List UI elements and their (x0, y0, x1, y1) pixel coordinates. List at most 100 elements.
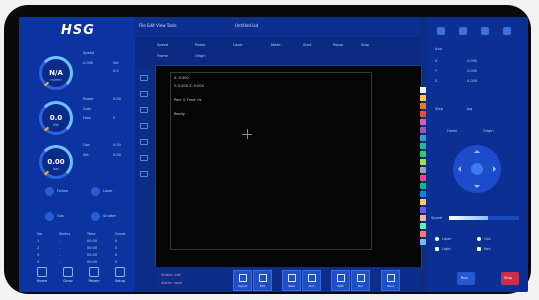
shutter-icon[interactable] (91, 212, 100, 221)
edit-icon (258, 274, 267, 282)
layer-control[interactable]: Layer (233, 43, 243, 47)
circle-tool-icon[interactable] (140, 123, 148, 129)
import-button[interactable]: Import (233, 270, 252, 291)
frame-button[interactable]: Frame (157, 54, 168, 58)
layer-color-swatch[interactable] (420, 95, 426, 101)
light-option: Light (442, 247, 451, 251)
laser-indicator (435, 237, 439, 241)
drawing-tools (135, 65, 155, 265)
nav-param-button[interactable]: Param (83, 264, 105, 288)
layer-color-swatch[interactable] (420, 127, 426, 133)
laser-icon[interactable] (91, 187, 100, 196)
jog-down-icon[interactable] (474, 185, 480, 191)
origin-set-button[interactable]: Origin (483, 129, 494, 133)
work-area-border (170, 72, 372, 250)
path-button[interactable]: Path (331, 270, 350, 291)
pause-button[interactable]: Pause (333, 43, 343, 47)
laser-option[interactable]: Laser (442, 237, 452, 241)
drawing-canvas[interactable]: X: 0.000 Y: 0.000 Z: 0.000 Part: 0 Time:… (155, 65, 422, 269)
layer-color-swatch[interactable] (420, 231, 426, 237)
run-button[interactable]: Run (351, 270, 370, 291)
layer-color-swatch[interactable] (420, 119, 426, 125)
select-tool-icon[interactable] (140, 75, 148, 81)
axis-x-icon[interactable] (437, 27, 445, 35)
save-icon (386, 274, 395, 282)
jog-pad[interactable] (453, 145, 501, 193)
axis-z-icon[interactable] (481, 27, 489, 35)
draw-icon (63, 267, 73, 277)
run-icon (356, 274, 365, 282)
axis-w-icon[interactable] (503, 27, 511, 35)
gas-toggle-icon[interactable] (45, 212, 54, 221)
layer-color-swatch[interactable] (420, 215, 426, 221)
line-tool-icon[interactable] (140, 91, 148, 97)
jog-speed-slider[interactable] (449, 216, 519, 220)
follow-icon[interactable] (45, 187, 54, 196)
layer-color-swatch[interactable] (420, 191, 426, 197)
table-row[interactable]: 2 - 00:00 0 (37, 246, 131, 251)
jog-right-icon[interactable] (493, 166, 499, 172)
layer-color-swatch[interactable] (420, 103, 426, 109)
layer-color-swatch[interactable] (420, 151, 426, 157)
layer-color-swatch[interactable] (420, 175, 426, 181)
speed-control[interactable]: Speed (157, 43, 168, 47)
nav-draw-button[interactable]: Draw (57, 264, 79, 288)
layer-color-swatch[interactable] (420, 239, 426, 245)
layer-color-swatch[interactable] (420, 135, 426, 141)
jog-left-icon[interactable] (455, 166, 461, 172)
tablet-frame: HSG N/A m/min Speed 0.000 Set 0.0 0.0 kW… (4, 5, 531, 294)
table-row[interactable]: 1 - 00:00 0 (37, 239, 131, 244)
red-option: Red (484, 247, 491, 251)
nav-home-button[interactable]: Home (31, 264, 53, 288)
home-button[interactable]: Home (447, 129, 457, 133)
layer-color-swatch[interactable] (420, 183, 426, 189)
power-label: Power (83, 97, 94, 101)
table-header: No. Status Time Count (37, 232, 126, 236)
origin-button[interactable]: Origin (195, 54, 206, 58)
import-icon (238, 274, 247, 282)
edit-button[interactable]: Edit (253, 270, 272, 291)
layer-color-swatch[interactable] (420, 199, 426, 205)
gas-option[interactable]: Gas (484, 237, 491, 241)
table-row[interactable]: 3 - 00:00 0 (37, 253, 131, 258)
zoom-tool-icon[interactable] (140, 171, 148, 177)
nest-button[interactable]: Nest (282, 270, 301, 291)
power-control[interactable]: Power (195, 43, 206, 47)
layer-color-swatch[interactable] (420, 159, 426, 165)
sort-button[interactable]: Sort (302, 270, 321, 291)
crosshair-cursor (242, 129, 252, 139)
speed-gauge: N/A m/min (39, 56, 73, 90)
nest-icon (287, 274, 296, 282)
save-button[interactable]: Save (381, 270, 400, 291)
menu-items[interactable]: File Edit View Tools (139, 23, 177, 28)
rect-tool-icon[interactable] (140, 107, 148, 113)
freq-label: Freq (83, 116, 91, 120)
top-menu-bar: File Edit View Tools Untitled.lxd (135, 17, 419, 38)
path-icon (336, 274, 345, 282)
z-label: Z (435, 79, 438, 83)
stop-button[interactable]: Stop (361, 43, 369, 47)
right-panel: Axis X Y Z 0.000 0.000 0.000 Step Jog Ho… (427, 17, 528, 292)
layer-color-swatch[interactable] (420, 207, 426, 213)
mode-control[interactable]: Mode (271, 43, 281, 47)
x-value: 0.000 (467, 59, 478, 63)
light-checkbox[interactable] (435, 247, 439, 251)
measure-tool-icon[interactable] (140, 155, 148, 161)
layer-color-palette (420, 87, 426, 257)
start-button[interactable]: Start (303, 43, 312, 47)
text-tool-icon[interactable] (140, 139, 148, 145)
layer-color-swatch[interactable] (420, 87, 426, 93)
layer-color-swatch[interactable] (420, 223, 426, 229)
layer-color-swatch[interactable] (420, 167, 426, 173)
jog-center-button[interactable] (471, 163, 483, 175)
layer-color-swatch[interactable] (420, 143, 426, 149)
run-right-label: Run (461, 276, 468, 280)
red-checkbox[interactable] (477, 247, 481, 251)
nav-setup-button[interactable]: Setup (109, 264, 131, 288)
axis-y-icon[interactable] (459, 27, 467, 35)
setup-icon (115, 267, 125, 277)
left-panel: HSG N/A m/min Speed 0.000 Set 0.0 0.0 kW… (19, 17, 135, 292)
layer-color-swatch[interactable] (420, 111, 426, 117)
jog-up-icon[interactable] (474, 147, 480, 153)
gas-value: 0.00 (113, 143, 121, 147)
